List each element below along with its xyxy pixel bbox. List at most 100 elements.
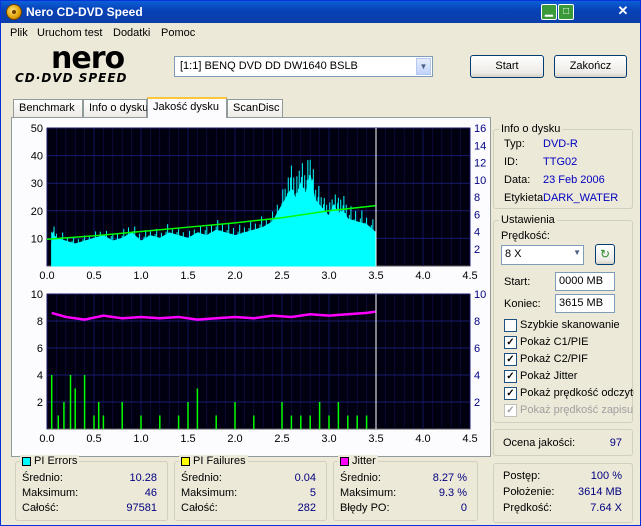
y-tick-label: 6: [37, 343, 43, 355]
speed-value: 8 X: [505, 248, 522, 260]
setting-checkbox[interactable]: ✓ Pokaż C2/PIF: [504, 352, 634, 368]
minimize-button[interactable]: ▁: [541, 4, 557, 20]
nero-disc-icon: [6, 4, 22, 20]
checkbox-label: Pokaż Jitter: [520, 370, 578, 382]
setting-checkbox[interactable]: ✓ Pokaż prędkość odczytu: [504, 386, 634, 402]
checkbox-box[interactable]: ✓: [504, 353, 517, 366]
disc-info-value: 23 Feb 2006: [543, 174, 605, 186]
progress-stat-key: Prędkość:: [503, 502, 552, 514]
progress-stat-value: 7.64 X: [590, 502, 622, 514]
tab-disc-quality[interactable]: Jakość dysku: [147, 97, 227, 118]
start-mb-input[interactable]: 0000 MB: [555, 272, 615, 291]
setting-checkbox[interactable]: Szybkie skanowanie: [504, 318, 634, 334]
logo-product: CD·DVD SPEED: [15, 71, 128, 85]
quality-score-value: 97: [609, 437, 622, 449]
speed-select[interactable]: 8 X ▼: [501, 245, 584, 265]
x-tick-label: 2.0: [227, 433, 242, 445]
drive-select[interactable]: [1:1] BENQ DVD DD DW1640 BSLB ▼: [174, 56, 433, 77]
jitter-stat-key: Błędy PO:: [340, 502, 390, 514]
menu-help[interactable]: Pomoc: [161, 27, 195, 39]
stop-button[interactable]: Zakończ: [554, 55, 627, 78]
x-tick-label: 2.5: [274, 270, 289, 282]
pi-failures-stat-value: 0.04: [294, 472, 316, 484]
checkbox-label: Pokaż prędkość zapisu: [520, 404, 634, 416]
setting-checkbox[interactable]: ✓ Pokaż Jitter: [504, 369, 634, 385]
jitter-title: Jitter: [338, 455, 378, 467]
disc-info-value: DARK_WATER: [543, 192, 619, 204]
pi-errors-title: PI Errors: [20, 455, 80, 467]
menu-bar: Plik Uruchom test Dodatki Pomoc: [1, 24, 640, 42]
checkbox-box[interactable]: [504, 319, 517, 332]
pi-errors-stat-key: Całość:: [22, 502, 59, 514]
x-tick-label: 2.5: [274, 433, 289, 445]
x-tick-label: 3.0: [321, 270, 336, 282]
checkbox-box[interactable]: ✓: [504, 336, 517, 349]
menu-file[interactable]: Plik: [10, 27, 28, 39]
disc-info-value: DVD-R: [543, 138, 578, 150]
x-tick-label: 3.5: [368, 270, 383, 282]
y-right-tick-label: 2: [474, 397, 480, 409]
y-tick-label: 2: [37, 397, 43, 409]
speed-label: Prędkość:: [501, 230, 550, 242]
start-button[interactable]: Start: [470, 55, 544, 78]
y-right-tick-label: 6: [474, 209, 480, 221]
chevron-down-icon[interactable]: ▼: [573, 248, 581, 257]
menu-extras[interactable]: Dodatki: [113, 27, 150, 39]
y-tick-label: 40: [31, 151, 43, 163]
x-tick-label: 4.5: [462, 433, 477, 445]
tab-benchmark[interactable]: Benchmark: [13, 99, 83, 117]
checkbox-label: Szybkie skanowanie: [520, 319, 620, 331]
disc-info-title: Info o dysku: [499, 123, 563, 135]
nero-logo: nero CD·DVD SPEED: [9, 41, 159, 87]
disc-info-key: Typ:: [504, 138, 525, 150]
pi-failures-stat-key: Całość:: [181, 502, 218, 514]
checkbox-label: Pokaż C2/PIF: [520, 353, 588, 365]
jitter-stat-value: 0: [460, 502, 467, 514]
x-tick-label: 4.0: [415, 270, 430, 282]
window-title: Nero CD-DVD Speed: [26, 5, 143, 19]
pi-errors-stat-value: 10.28: [129, 472, 157, 484]
end-label: Koniec:: [504, 298, 541, 310]
y-right-tick-label: 8: [474, 192, 480, 204]
plot-area: [46, 293, 471, 430]
progress-stat-value: 3614 MB: [577, 486, 622, 498]
chevron-down-icon[interactable]: ▼: [416, 58, 431, 75]
pi-failures-title: PI Failures: [179, 455, 248, 467]
pi-errors-stat-key: Średnio:: [22, 472, 63, 484]
jitter-legend-swatch: [340, 457, 349, 466]
x-tick-label: 1.0: [133, 433, 148, 445]
refresh-speed-button[interactable]: ↻: [595, 244, 615, 265]
end-mb-input[interactable]: 3615 MB: [555, 294, 615, 313]
tab-disc-info[interactable]: Info o dysku: [83, 99, 148, 117]
x-tick-label: 1.5: [180, 433, 195, 445]
title-bar[interactable]: Nero CD-DVD Speed ▁ □ ✕: [1, 1, 640, 23]
checkbox-box[interactable]: ✓: [504, 387, 517, 400]
quality-score-label: Ocena jakości:: [503, 437, 576, 449]
checkbox-box[interactable]: ✓: [504, 370, 517, 383]
y-right-tick-label: 4: [474, 227, 480, 239]
jitter-stat-key: Maksimum:: [340, 487, 397, 499]
tab-scandisc[interactable]: ScanDisc: [227, 99, 283, 117]
x-tick-label: 2.0: [227, 270, 242, 282]
pi-errors-legend-swatch: [22, 457, 31, 466]
disc-info-key: ID:: [504, 156, 519, 168]
pi-failures-stat-value: 5: [309, 487, 316, 499]
progress-stat-value: 100 %: [590, 470, 622, 482]
x-tick-label: 4.5: [462, 270, 477, 282]
pi-errors-stat-key: Maksimum:: [22, 487, 79, 499]
y-right-tick-label: 12: [474, 158, 486, 170]
jitter-stat-value: 9.3 %: [438, 487, 467, 499]
start-label: Start:: [504, 276, 531, 288]
setting-checkbox: ✓ Pokaż prędkość zapisu: [504, 403, 634, 419]
y-right-tick-label: 10: [474, 289, 486, 301]
maximize-button[interactable]: □: [558, 4, 574, 20]
setting-checkbox[interactable]: ✓ Pokaż C1/PIE: [504, 335, 634, 351]
x-tick-label: 0.5: [86, 270, 101, 282]
pi-errors-stat-value: 97581: [126, 502, 157, 514]
pi-failures-stat-value: 282: [297, 502, 316, 514]
menu-run-test[interactable]: Uruchom test: [37, 27, 102, 39]
y-tick-label: 4: [37, 370, 43, 382]
jitter-stat-value: 8.27 %: [432, 472, 467, 484]
disc-info-value: TTG02: [543, 156, 578, 168]
close-button[interactable]: ✕: [615, 4, 631, 20]
